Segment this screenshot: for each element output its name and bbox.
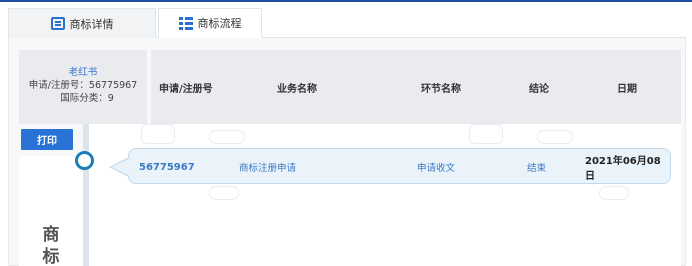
column-header-business: 业务名称: [277, 83, 317, 95]
cell-result[interactable]: 结束: [527, 149, 546, 185]
timeline-node: [75, 151, 94, 170]
tab-label: 商标流程: [197, 17, 242, 30]
list-icon: [178, 16, 193, 30]
flow-panel: 老红书 申请/注册号：56775967 国际分类：9 申请/注册号 业务名称 环…: [8, 38, 686, 266]
side-title-char: 商: [42, 225, 60, 245]
tab-label: 商标详情: [69, 17, 114, 31]
international-class: 国际分类：9: [60, 93, 114, 104]
registration-number: 申请/注册号：56775967: [28, 80, 138, 91]
brand-name: 老红书: [68, 67, 98, 78]
column-header-date: 日期: [617, 83, 637, 95]
side-title-char: 标: [42, 247, 60, 266]
column-header-reg-no: 申请/注册号: [159, 83, 213, 95]
watermark: [469, 124, 503, 144]
watermark: [209, 130, 245, 144]
timeline-content: [89, 124, 681, 266]
cell-business[interactable]: 商标注册申请: [239, 149, 296, 185]
side-title: 商 标: [40, 224, 62, 266]
tab-trademark-flow[interactable]: 商标流程: [158, 8, 262, 38]
tab-bar: 商标详情 商标流程: [8, 8, 686, 38]
timeline-track: [83, 124, 89, 266]
column-header-stage: 环节名称: [421, 83, 461, 95]
trademark-info-card: 老红书 申请/注册号：56775967 国际分类：9: [19, 50, 147, 124]
column-header-result: 结论: [529, 83, 549, 95]
watermark: [599, 186, 629, 200]
tab-trademark-details[interactable]: 商标详情: [8, 8, 156, 38]
cell-date: 2021年06月08日: [585, 156, 661, 182]
cell-reg-no[interactable]: 56775967: [139, 149, 195, 185]
print-button[interactable]: 打印: [21, 129, 73, 150]
cell-stage[interactable]: 申请收文: [417, 149, 455, 185]
watermark: [141, 124, 175, 144]
document-list-icon: [50, 17, 65, 30]
watermark: [209, 186, 239, 200]
table-row[interactable]: 56775967 商标注册申请 申请收文 结束 2021年06月08日: [109, 148, 671, 185]
watermark: [537, 130, 573, 144]
top-border: [0, 0, 692, 2]
table-header: 申请/注册号 业务名称 环节名称 结论 日期: [147, 50, 681, 124]
